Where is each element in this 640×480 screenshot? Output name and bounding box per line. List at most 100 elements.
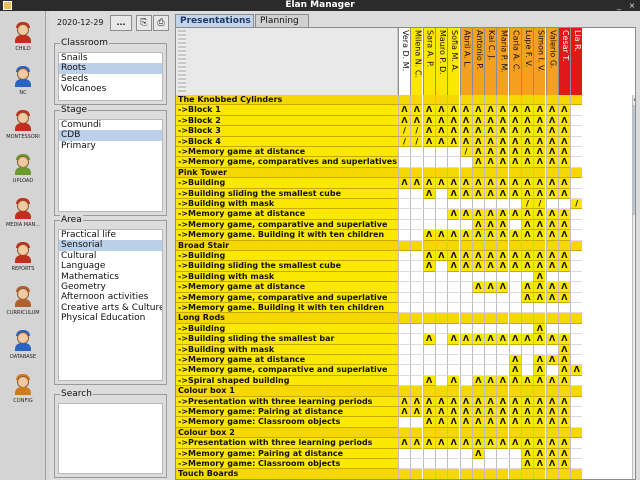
presentation-cell[interactable]: Λ <box>496 209 509 220</box>
presentation-cell[interactable]: Λ <box>521 375 533 387</box>
presentation-cell[interactable]: Λ <box>557 292 570 303</box>
presentation-cell[interactable]: Λ <box>521 417 533 428</box>
presentation-cell[interactable] <box>496 95 509 106</box>
presentation-cell[interactable] <box>459 313 472 324</box>
presentation-cell[interactable]: Λ <box>508 115 521 127</box>
classroom-list[interactable]: Snails Roots Seeds Volcanoes <box>58 52 163 101</box>
presentation-cell[interactable]: Λ <box>533 126 546 137</box>
presentation-cell[interactable]: Λ <box>471 115 484 127</box>
presentation-cell[interactable] <box>496 365 509 376</box>
presentation-cell[interactable]: Λ <box>410 115 423 127</box>
presentation-cell[interactable] <box>410 323 423 335</box>
presentation-cell[interactable]: Λ <box>422 407 435 418</box>
presentation-cell[interactable]: Λ <box>557 375 570 387</box>
presentation-cell[interactable] <box>398 230 410 241</box>
presentation-cell[interactable]: Λ <box>545 448 558 459</box>
sidebar-item-config[interactable]: CONFIG <box>2 369 44 411</box>
presentation-cell[interactable] <box>570 469 583 479</box>
presentation-row[interactable]: ->Building Λ Λ Λ Λ Λ Λ Λ Λ Λ Λ Λ Λ Λ Λ <box>176 178 632 189</box>
presentation-cell[interactable] <box>471 365 484 376</box>
area-item[interactable]: Afternoon activities <box>59 292 162 302</box>
stage-list[interactable]: Comundi CDB Primary <box>58 119 163 212</box>
presentation-cell[interactable]: Λ <box>410 407 423 418</box>
presentation-cell[interactable]: Λ <box>471 209 484 220</box>
presentation-cell[interactable] <box>447 427 460 439</box>
presentation-cell[interactable]: Λ <box>508 261 521 272</box>
presentation-cell[interactable] <box>508 292 521 303</box>
presentation-cell[interactable] <box>410 334 423 345</box>
presentation-cell[interactable] <box>570 147 583 158</box>
presentation-cell[interactable]: Λ <box>557 365 570 376</box>
presentation-cell[interactable]: Λ <box>508 126 521 137</box>
presentation-cell[interactable]: Λ <box>557 407 570 418</box>
presentation-cell[interactable]: Λ <box>545 282 558 293</box>
presentation-cell[interactable]: Λ <box>484 261 497 272</box>
presentation-cell[interactable]: Λ <box>545 178 558 189</box>
presentation-cell[interactable] <box>484 95 497 106</box>
presentation-cell[interactable]: Λ <box>533 323 546 335</box>
student-column-header[interactable]: Mauro P. D. <box>434 28 447 95</box>
presentation-cell[interactable] <box>398 417 410 428</box>
presentation-cell[interactable]: Λ <box>508 209 521 220</box>
presentation-cell[interactable]: Λ <box>471 147 484 158</box>
presentation-cell[interactable] <box>422 199 435 210</box>
presentation-cell[interactable] <box>570 261 583 272</box>
presentation-cell[interactable]: Λ <box>484 282 497 293</box>
copy-icon[interactable]: ⎘ <box>136 15 152 31</box>
presentation-cell[interactable]: Λ <box>484 375 497 387</box>
presentation-cell[interactable]: Λ <box>521 334 533 345</box>
presentation-cell[interactable]: Λ <box>557 105 570 116</box>
presentation-cell[interactable]: Λ <box>459 417 472 428</box>
student-column-header[interactable]: Antonio P. <box>471 28 484 95</box>
presentation-cell[interactable]: Λ <box>508 417 521 428</box>
presentation-cell[interactable]: Λ <box>471 126 484 137</box>
presentation-cell[interactable] <box>422 292 435 303</box>
presentation-cell[interactable]: Λ <box>557 438 570 449</box>
sidebar-item-nc[interactable]: NC <box>2 61 44 103</box>
presentation-cell[interactable]: Λ <box>471 188 484 199</box>
presentation-cell[interactable]: Λ <box>459 230 472 241</box>
student-column-header[interactable]: Lia R. <box>570 28 583 95</box>
presentation-cell[interactable]: Λ <box>545 334 558 345</box>
presentation-cell[interactable]: Λ <box>459 396 472 407</box>
presentation-cell[interactable] <box>410 199 423 210</box>
presentation-cell[interactable] <box>484 355 497 366</box>
presentation-cell[interactable]: Λ <box>533 136 546 147</box>
presentation-cell[interactable] <box>410 365 423 376</box>
presentation-cell[interactable] <box>533 313 546 324</box>
presentation-row[interactable]: ->Memory game, comparative and superlati… <box>176 219 632 231</box>
presentation-cell[interactable]: Λ <box>496 282 509 293</box>
presentation-row[interactable]: ->Building Λ Λ Λ Λ Λ Λ Λ Λ Λ Λ Λ Λ <box>176 251 632 262</box>
presentation-cell[interactable]: Λ <box>521 219 533 231</box>
presentation-cell[interactable] <box>422 344 435 355</box>
presentation-cell[interactable]: Λ <box>557 251 570 262</box>
presentation-cell[interactable] <box>410 282 423 293</box>
presentation-cell[interactable] <box>447 344 460 355</box>
presentation-cell[interactable] <box>557 199 570 210</box>
presentation-cell[interactable] <box>484 386 497 397</box>
presentation-cell[interactable]: Λ <box>447 251 460 262</box>
presentation-cell[interactable] <box>410 344 423 355</box>
presentation-cell[interactable] <box>570 115 583 127</box>
presentation-cell[interactable]: Λ <box>484 178 497 189</box>
presentation-cell[interactable]: Λ <box>434 438 447 449</box>
presentation-cell[interactable] <box>434 282 447 293</box>
presentation-cell[interactable]: Λ <box>521 230 533 241</box>
presentation-cell[interactable] <box>570 344 583 355</box>
presentation-cell[interactable]: Λ <box>508 105 521 116</box>
presentation-cell[interactable]: Λ <box>521 136 533 147</box>
presentation-cell[interactable]: Λ <box>459 126 472 137</box>
presentation-cell[interactable] <box>447 386 460 397</box>
presentation-cell[interactable] <box>484 199 497 210</box>
scroll-up-icon[interactable]: ▲ <box>633 95 635 103</box>
presentation-cell[interactable] <box>434 313 447 324</box>
presentation-cell[interactable] <box>434 147 447 158</box>
presentation-cell[interactable] <box>570 459 583 470</box>
presentation-cell[interactable] <box>410 251 423 262</box>
presentation-cell[interactable] <box>484 271 497 283</box>
presentation-cell[interactable]: Λ <box>508 230 521 241</box>
classroom-item[interactable]: Seeds <box>59 74 162 84</box>
presentation-cell[interactable]: Λ <box>521 115 533 127</box>
presentation-cell[interactable] <box>422 365 435 376</box>
presentation-cell[interactable] <box>545 344 558 355</box>
